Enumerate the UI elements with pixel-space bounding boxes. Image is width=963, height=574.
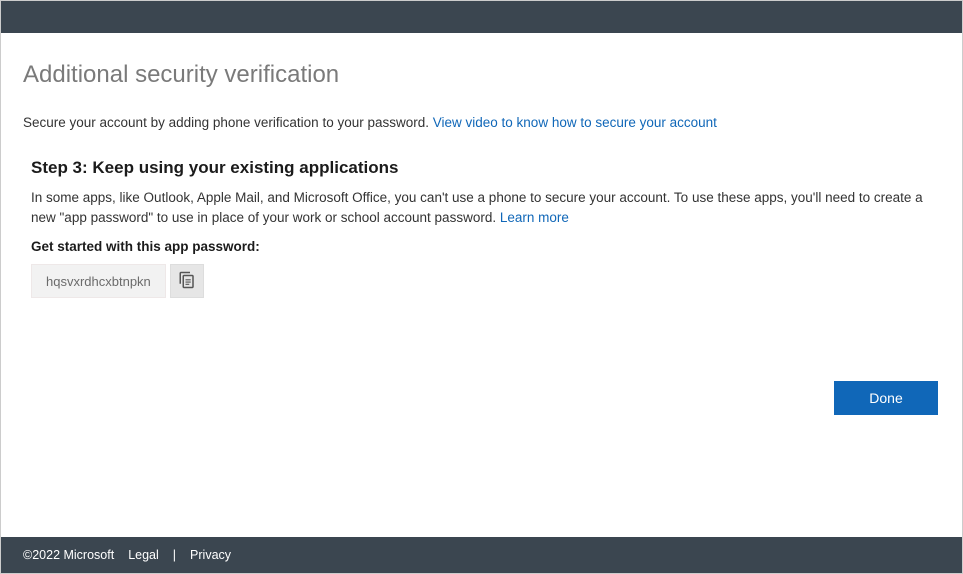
header-bar <box>1 1 962 33</box>
get-started-label: Get started with this app password: <box>31 239 940 254</box>
page-title: Additional security verification <box>23 61 940 89</box>
app-password-row: hqsvxrdhcxbtnpkn <box>31 264 940 298</box>
footer-privacy-link[interactable]: Privacy <box>190 548 231 562</box>
footer: ©2022 Microsoft Legal | Privacy <box>1 537 962 573</box>
step-section: Step 3: Keep using your existing applica… <box>23 158 940 298</box>
done-button[interactable]: Done <box>834 381 938 415</box>
main-content: Additional security verification Secure … <box>1 33 962 537</box>
subtitle-line: Secure your account by adding phone veri… <box>23 115 940 130</box>
subtitle-text: Secure your account by adding phone veri… <box>23 115 433 130</box>
footer-copyright: ©2022 Microsoft <box>23 548 114 562</box>
footer-separator: | <box>173 548 176 562</box>
video-link[interactable]: View video to know how to secure your ac… <box>433 115 717 130</box>
copy-icon <box>178 271 196 292</box>
learn-more-link[interactable]: Learn more <box>500 210 569 225</box>
footer-legal-link[interactable]: Legal <box>128 548 159 562</box>
step-description-text: In some apps, like Outlook, Apple Mail, … <box>31 190 923 225</box>
app-password-value: hqsvxrdhcxbtnpkn <box>31 264 166 298</box>
step-heading: Step 3: Keep using your existing applica… <box>31 158 940 178</box>
copy-button[interactable] <box>170 264 204 298</box>
step-description: In some apps, like Outlook, Apple Mail, … <box>31 188 940 227</box>
